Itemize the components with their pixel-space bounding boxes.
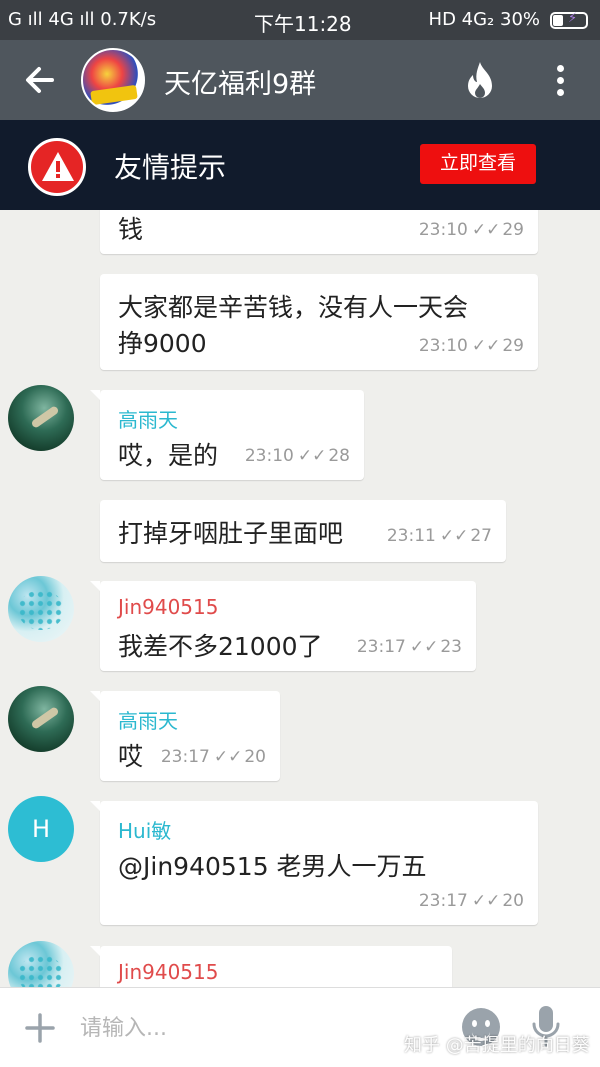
sender-name[interactable]: 高雨天	[118, 404, 178, 433]
message-bubble[interactable]: Jin940515	[90, 946, 452, 987]
message-meta: 23:11 ✓✓ 27	[387, 526, 492, 546]
avatar[interactable]	[8, 941, 74, 987]
message-bubble[interactable]: Hui敏 @Jin940515 老男人一万五 23:17 ✓✓ 20	[90, 801, 538, 925]
message-time: 23:17	[418, 891, 468, 911]
sender-name[interactable]: Jin940515	[118, 960, 218, 984]
message-text-line: 大家都是辛苦钱，没有人一天会	[118, 293, 469, 322]
back-arrow-icon[interactable]	[22, 62, 58, 98]
plus-icon[interactable]	[24, 1012, 56, 1044]
battery-icon: ⚡	[550, 11, 588, 29]
message-text: 打掉牙咽肚子里面吧	[118, 519, 344, 548]
network-status: G ıll 4G ıll 0.7K/s	[8, 9, 157, 30]
message-meta: 23:10 ✓✓ 28	[245, 446, 350, 466]
clock: 下午11:28	[254, 12, 352, 36]
message-time: 23:10	[244, 446, 294, 466]
more-vertical-icon[interactable]	[548, 62, 572, 98]
notice-text: 友情提示	[114, 151, 227, 184]
read-check-icon: ✓✓	[297, 446, 327, 466]
message-bubble[interactable]: Jin940515 我差不多21000了 23:17 ✓✓ 23	[90, 581, 476, 671]
message-time: 23:17	[160, 747, 210, 767]
message-meta: 23:10 ✓✓ 29	[419, 220, 524, 240]
message-bubble[interactable]: 打掉牙咽肚子里面吧 23:11 ✓✓ 27	[100, 500, 506, 562]
signal-battery-status: HD 4G₂ 30%	[428, 9, 540, 30]
group-avatar[interactable]	[81, 48, 145, 112]
message-bubble[interactable]: 高雨天 哎 23:17 ✓✓ 20	[90, 691, 280, 781]
message-bubble[interactable]: 高雨天 哎，是的 23:10 ✓✓ 28	[90, 390, 364, 480]
read-check-icon: ✓✓	[471, 336, 501, 356]
read-check-icon: ✓✓	[471, 891, 501, 911]
message-text: @Jin940515 老男人一万五	[118, 852, 427, 881]
avatar[interactable]	[8, 576, 74, 642]
message-text-line: 挣9000	[118, 329, 207, 358]
view-count: 20	[502, 891, 524, 911]
group-title[interactable]: 天亿福利9群	[164, 62, 316, 101]
warning-icon	[28, 138, 86, 196]
avatar[interactable]: H	[8, 796, 74, 862]
fire-icon[interactable]	[465, 60, 495, 100]
sender-name[interactable]: Hui敏	[118, 815, 171, 844]
read-check-icon: ✓✓	[213, 747, 243, 767]
message-text: 哎，是的	[118, 441, 219, 470]
message-meta: 23:10 ✓✓ 29	[419, 336, 524, 356]
notice-bar: 友情提示 立即查看	[0, 120, 600, 210]
avatar[interactable]	[8, 385, 74, 451]
read-check-icon: ✓✓	[439, 526, 469, 546]
view-now-button[interactable]: 立即查看	[420, 144, 536, 184]
view-count: 28	[328, 446, 350, 466]
chat-header: 天亿福利9群	[0, 40, 600, 120]
message-time: 23:10	[418, 220, 468, 240]
view-count: 29	[502, 336, 524, 356]
read-check-icon: ✓✓	[471, 220, 501, 240]
message-input[interactable]	[80, 1008, 440, 1048]
message-meta: 23:17 ✓✓ 20	[419, 891, 524, 911]
message-text: 钱	[118, 215, 144, 244]
message-meta: 23:17 ✓✓ 20	[161, 747, 266, 767]
watermark: 知乎 @苦提里的向日葵	[404, 1035, 590, 1056]
message-text: 我差不多21000了	[118, 632, 323, 661]
message-time: 23:11	[386, 526, 436, 546]
message-time: 23:10	[418, 336, 468, 356]
message-bubble[interactable]: 钱 23:10 ✓✓ 29	[100, 210, 538, 254]
message-meta: 23:17 ✓✓ 23	[357, 637, 462, 657]
sender-name[interactable]: Jin940515	[118, 595, 218, 619]
avatar[interactable]	[8, 686, 74, 752]
view-count: 27	[470, 526, 492, 546]
status-bar: G ıll 4G ıll 0.7K/s 下午11:28 HD 4G₂ 30% ⚡	[0, 0, 600, 40]
message-list[interactable]: 钱 23:10 ✓✓ 29 大家都是辛苦钱，没有人一天会 挣9000 23:10 ✓✓…	[0, 210, 600, 987]
view-count: 20	[244, 747, 266, 767]
message-bubble[interactable]: 大家都是辛苦钱，没有人一天会 挣9000 23:10 ✓✓ 29	[100, 274, 538, 370]
message-text: 哎	[118, 742, 144, 771]
read-check-icon: ✓✓	[409, 637, 439, 657]
sender-name[interactable]: 高雨天	[118, 705, 178, 734]
view-count: 23	[440, 637, 462, 657]
message-time: 23:17	[356, 637, 406, 657]
view-count: 29	[502, 220, 524, 240]
